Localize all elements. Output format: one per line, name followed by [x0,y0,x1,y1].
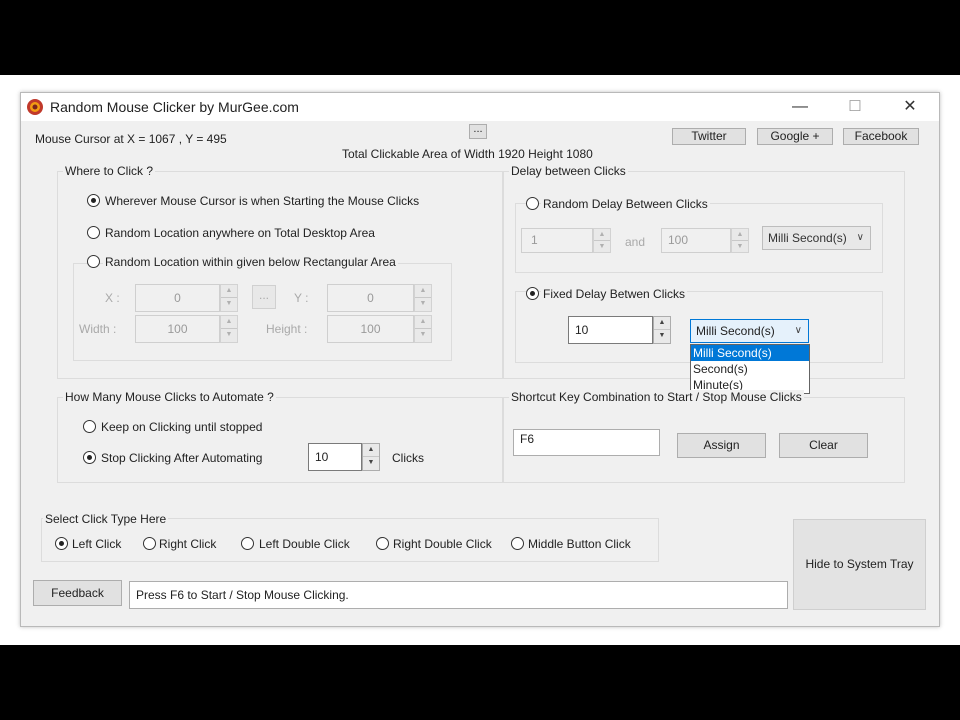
and-label: and [625,235,646,249]
unit-option-second[interactable]: Second(s) [691,361,809,377]
x-label: X : [105,291,120,305]
click-count-group [57,397,503,483]
height-input[interactable]: 100 [327,315,414,343]
fixed-delay-input[interactable]: 10 [568,316,653,344]
chevron-up-icon[interactable]: ▲ [415,316,431,329]
chevron-down-icon[interactable]: ▼ [221,298,237,311]
title-bar: Random Mouse Clicker by MurGee.com — ☐ ✕ [21,93,939,121]
random-unit-value: Milli Second(s) [768,231,847,245]
window-title: Random Mouse Clicker by MurGee.com [50,99,299,115]
radio-random-delay[interactable] [526,197,539,210]
width-input[interactable]: 100 [135,315,220,343]
chevron-down-icon[interactable]: ▼ [732,241,748,253]
radio-keep-clicking[interactable] [83,420,96,433]
app-logo-icon [27,99,43,115]
where-to-click-title: Where to Click ? [63,164,156,178]
chevron-up-icon[interactable]: ▲ [221,285,237,298]
radio-right-click-label: Right Click [159,537,217,551]
x-stepper[interactable]: ▲ ▼ [220,284,238,312]
fixed-unit-value: Milli Second(s) [696,324,775,338]
radio-left-click-label: Left Click [72,537,122,551]
radio-cursor-location-label: Wherever Mouse Cursor is when Starting t… [105,194,420,208]
chevron-down-icon[interactable]: ▼ [594,241,610,253]
pick-location-button[interactable]: ... [252,285,276,309]
radio-right-double-click[interactable] [376,537,389,550]
chevron-down-icon[interactable]: ▼ [221,329,237,342]
chevron-up-icon[interactable]: ▲ [594,229,610,241]
radio-fixed-delay-label: Fixed Delay Betwen Clicks [541,287,688,301]
height-label: Height : [266,322,308,336]
radio-random-desktop[interactable] [87,226,100,239]
width-label: Width : [79,322,117,336]
random-min-input[interactable]: 1 [521,228,593,253]
radio-stop-after[interactable] [83,451,96,464]
assign-button[interactable]: Assign [677,433,766,458]
radio-right-click[interactable] [143,537,156,550]
radio-random-rectangle-label: Random Location within given below Recta… [103,255,398,269]
click-count-input[interactable]: 10 [308,443,362,471]
chevron-up-icon[interactable]: ▲ [221,316,237,329]
chevron-down-icon[interactable]: ▼ [415,298,431,311]
random-min-stepper[interactable]: ▲ ▼ [593,228,611,253]
chevron-up-icon[interactable]: ▲ [363,444,379,457]
x-input[interactable]: 0 [135,284,220,312]
chevron-up-icon[interactable]: ▲ [654,317,670,330]
radio-left-double-click[interactable] [241,537,254,550]
chevron-down-icon[interactable]: ▼ [363,457,379,470]
chevron-down-icon[interactable]: ▼ [654,330,670,343]
chevron-down-icon: ∨ [794,325,802,336]
click-type-title: Select Click Type Here [43,512,169,526]
delay-group-title: Delay between Clicks [509,164,628,178]
radio-left-click[interactable] [55,537,68,550]
maximize-button[interactable]: ☐ [832,93,878,121]
radio-random-delay-label: Random Delay Between Clicks [541,197,710,211]
status-bar: Press F6 to Start / Stop Mouse Clicking. [129,581,788,609]
click-count-stepper[interactable]: ▲ ▼ [362,443,380,471]
radio-middle-click-label: Middle Button Click [528,537,631,551]
close-button[interactable]: ✕ [887,93,933,121]
click-count-title: How Many Mouse Clicks to Automate ? [63,390,276,404]
radio-right-double-click-label: Right Double Click [393,537,492,551]
clear-button[interactable]: Clear [779,433,868,458]
y-input[interactable]: 0 [327,284,414,312]
random-max-stepper[interactable]: ▲ ▼ [731,228,749,253]
radio-stop-after-label: Stop Clicking After Automating [101,451,263,465]
collapse-handle-button[interactable]: ... [469,124,487,139]
chevron-up-icon[interactable]: ▲ [732,229,748,241]
unit-dropdown-list: Milli Second(s) Second(s) Minute(s) [690,344,810,394]
width-stepper[interactable]: ▲ ▼ [220,315,238,343]
facebook-button[interactable]: Facebook [843,128,919,145]
radio-random-desktop-label: Random Location anywhere on Total Deskto… [105,226,375,240]
shortcut-key-input[interactable]: F6 [513,429,660,456]
cursor-position-readout: Mouse Cursor at X = 1067 , Y = 495 [35,132,227,146]
y-stepper[interactable]: ▲ ▼ [414,284,432,312]
chevron-up-icon[interactable]: ▲ [415,285,431,298]
height-stepper[interactable]: ▲ ▼ [414,315,432,343]
radio-middle-click[interactable] [511,537,524,550]
radio-cursor-location[interactable] [87,194,100,207]
random-unit-select[interactable]: Milli Second(s) ∨ [762,226,871,250]
fixed-unit-select[interactable]: Milli Second(s) ∨ [690,319,809,343]
chevron-down-icon: ∨ [856,232,864,243]
google-plus-button[interactable]: Google + [757,128,833,145]
radio-fixed-delay[interactable] [526,287,539,300]
unit-option-milli[interactable]: Milli Second(s) [691,345,809,361]
radio-random-rectangle[interactable] [87,255,100,268]
radio-keep-clicking-label: Keep on Clicking until stopped [101,420,263,434]
fixed-delay-stepper[interactable]: ▲ ▼ [653,316,671,344]
feedback-button[interactable]: Feedback [33,580,122,606]
rectangle-area-group [73,263,452,361]
twitter-button[interactable]: Twitter [672,128,746,145]
random-max-input[interactable]: 100 [661,228,731,253]
y-label: Y : [294,291,309,305]
minimize-button[interactable]: — [777,93,823,121]
app-window: Random Mouse Clicker by MurGee.com — ☐ ✕… [20,92,940,627]
hide-to-tray-button[interactable]: Hide to System Tray [793,519,926,610]
chevron-down-icon[interactable]: ▼ [415,329,431,342]
clickable-area-readout: Total Clickable Area of Width 1920 Heigh… [342,147,593,161]
clicks-label: Clicks [392,451,424,465]
radio-left-double-click-label: Left Double Click [259,537,350,551]
shortcut-title: Shortcut Key Combination to Start / Stop… [509,390,804,404]
